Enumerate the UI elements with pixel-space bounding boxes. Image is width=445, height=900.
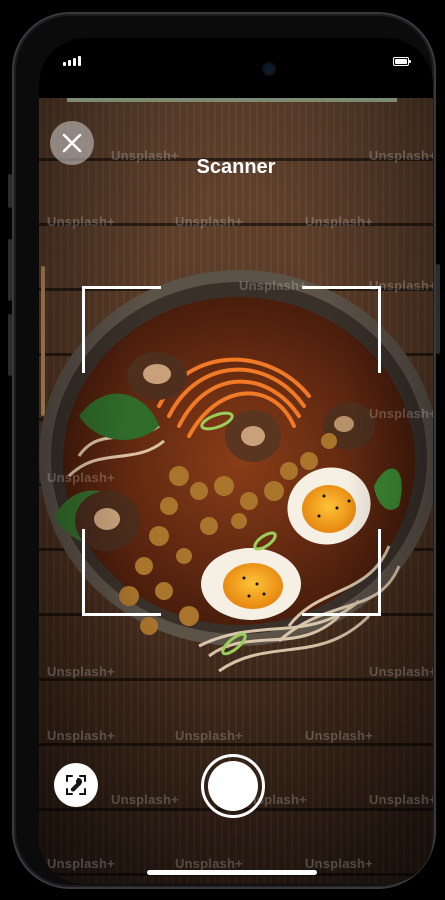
watermark: Unsplash+ <box>47 470 115 485</box>
watermark: Unsplash+ <box>47 214 115 229</box>
volume-up-button <box>8 239 12 301</box>
front-camera <box>264 64 274 74</box>
volume-down-button <box>8 314 12 376</box>
watermark: Unsplash+ <box>47 856 115 871</box>
page-title: Scanner <box>196 156 276 178</box>
shutter-button[interactable] <box>201 754 265 818</box>
watermark: Unsplash+ <box>369 406 433 421</box>
watermark: Unsplash+ <box>369 664 433 679</box>
watermark: Unsplash+ <box>369 792 433 807</box>
watermark: Unsplash+ <box>305 214 373 229</box>
watermark: Unsplash+ <box>175 214 243 229</box>
watermark: Unsplash+ <box>305 728 373 743</box>
signal-icon <box>63 56 81 66</box>
watermark: Unsplash+ <box>111 792 179 807</box>
battery-icon <box>393 57 411 66</box>
scan-frame-corner-top-right <box>302 286 381 373</box>
watermark: Unsplash+ <box>47 664 115 679</box>
gallery-button[interactable] <box>54 763 98 807</box>
home-indicator <box>147 870 317 875</box>
watermark: Unsplash+ <box>305 856 373 871</box>
phone-frame: Unsplash+ Unsplash+ Unsplash+ Unsplash+ … <box>8 12 440 889</box>
screen: Unsplash+ Unsplash+ Unsplash+ Unsplash+ … <box>39 38 433 884</box>
watermark: Unsplash+ <box>175 728 243 743</box>
image-scan-icon <box>66 775 86 795</box>
scan-frame-corner-top-left <box>82 286 161 373</box>
shutter-inner <box>208 761 258 811</box>
scan-frame-corner-bottom-left <box>82 529 161 616</box>
action-button <box>8 174 12 208</box>
notch <box>180 38 290 82</box>
watermark: Unsplash+ <box>239 278 307 293</box>
watermark: Unsplash+ <box>47 728 115 743</box>
watermark: Unsplash+ <box>175 856 243 871</box>
scan-frame-corner-bottom-right <box>302 529 381 616</box>
power-button <box>436 264 440 354</box>
close-icon <box>62 133 82 153</box>
